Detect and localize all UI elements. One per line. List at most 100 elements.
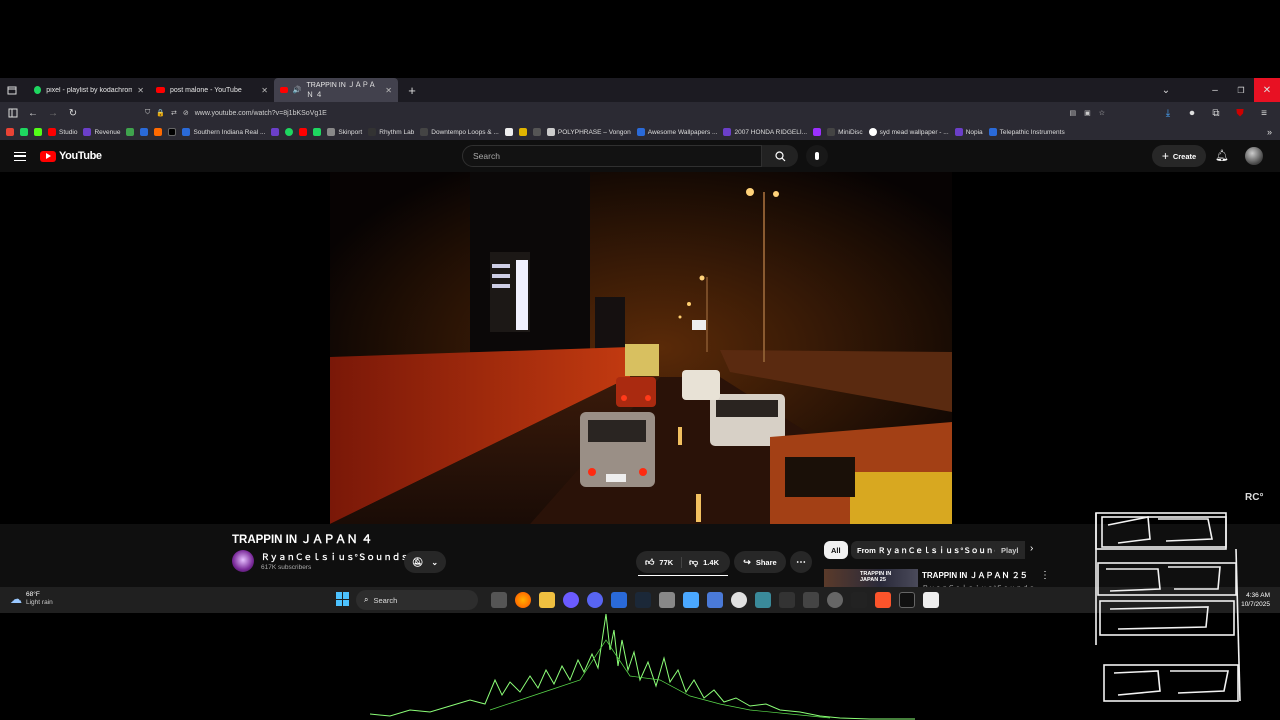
app-icon[interactable]: [563, 592, 579, 608]
search-button[interactable]: [762, 145, 798, 167]
file-explorer-icon[interactable]: [539, 592, 555, 608]
more-options-icon[interactable]: ⋮: [1040, 570, 1050, 581]
bookmark-icon[interactable]: [126, 128, 135, 136]
bookmark-icon[interactable]: [20, 128, 28, 136]
minimize-icon[interactable]: –: [1202, 80, 1228, 100]
channel-avatar[interactable]: [232, 550, 254, 572]
app-icon[interactable]: [683, 592, 699, 608]
url-text[interactable]: www.youtube.com/watch?v=8j1bKSoVg1E: [195, 110, 327, 117]
search-box[interactable]: Search: [462, 145, 762, 167]
close-icon[interactable]: ✕: [261, 86, 268, 95]
chip-all[interactable]: All: [824, 541, 848, 559]
bookmark-minidisc[interactable]: MiniDisc: [827, 128, 863, 136]
voice-search-button[interactable]: [806, 145, 828, 167]
dislike-button[interactable]: 👎︎ 1.4K: [682, 557, 719, 568]
tab-post-malone[interactable]: post malone - YouTube ✕: [150, 78, 274, 102]
more-actions-button[interactable]: ⋯: [790, 551, 812, 573]
close-icon[interactable]: ✕: [385, 86, 392, 95]
reload-icon[interactable]: ↻: [63, 103, 83, 123]
taskbar-search[interactable]: ⌕ Search: [356, 590, 478, 610]
app-icon[interactable]: [779, 592, 795, 608]
bookmark-downtempo[interactable]: Downtempo Loops & ...: [420, 128, 499, 136]
settings-icon[interactable]: [827, 592, 843, 608]
bookmark-icon[interactable]: [504, 128, 513, 136]
avatar[interactable]: [1245, 147, 1263, 165]
address-bar[interactable]: ⛉ 🔒 ⇄ ⊘ www.youtube.com/watch?v=8j1bKSoV…: [145, 105, 1105, 121]
shield-icon[interactable]: ⛉: [145, 109, 150, 117]
restore-icon[interactable]: ❐: [1228, 80, 1254, 100]
chevron-down-icon[interactable]: ⌄: [1156, 80, 1176, 100]
bookmark-telepathic[interactable]: Telepathic Instruments: [988, 128, 1065, 136]
bookmark-icon[interactable]: [34, 128, 42, 136]
bookmark-wallpapers[interactable]: Awesome Wallpapers ...: [636, 128, 717, 136]
youtube-icon[interactable]: [299, 128, 308, 136]
bookmark-syd-mead[interactable]: syd mead wallpaper - ...: [868, 128, 949, 136]
download-icon[interactable]: ⤓: [1158, 103, 1178, 123]
lock-icon[interactable]: 🔒: [156, 109, 165, 117]
close-icon[interactable]: ✕: [137, 86, 144, 95]
tab-list-icon[interactable]: [2, 80, 22, 100]
app-icon[interactable]: [707, 592, 723, 608]
bookmark-rhythm-lab[interactable]: Rhythm Lab: [368, 128, 414, 136]
bookmark-icon[interactable]: [813, 128, 822, 136]
gmail-icon[interactable]: [6, 128, 14, 136]
sidebar-icon[interactable]: [3, 103, 23, 123]
permissions-icon[interactable]: ⇄: [171, 109, 177, 117]
youtube-logo[interactable]: YouTube: [40, 150, 102, 162]
brave-icon[interactable]: [875, 592, 891, 608]
bookmark-nopia[interactable]: Nopia: [954, 128, 983, 136]
weather-widget[interactable]: ☁ 68°F Light rain: [10, 591, 53, 607]
bookmark-honda[interactable]: 2007 HONDA RIDGELI...: [723, 128, 807, 136]
reader-view-icon[interactable]: ▤: [1069, 109, 1076, 117]
steam-icon[interactable]: [635, 592, 651, 608]
bookmark-studio[interactable]: Studio: [48, 128, 77, 136]
app-icon[interactable]: [803, 592, 819, 608]
up-next-thumbnail[interactable]: TRAPPIN IN JAPAN 25: [824, 569, 918, 587]
bookmark-southern-indiana[interactable]: Southern Indiana Real ...: [182, 128, 265, 136]
bookmark-icon[interactable]: [154, 128, 163, 136]
app-icon[interactable]: [731, 592, 747, 608]
subscribed-button[interactable]: 🔕︎ ⌄: [404, 551, 446, 573]
search-input[interactable]: Search: [473, 151, 500, 161]
window-close-icon[interactable]: ✕: [1254, 78, 1280, 102]
up-next-title[interactable]: TRAPPIN IN ＪＡＰＡＮ ２５: [922, 570, 1028, 581]
extension-icon[interactable]: ⏺: [1182, 103, 1202, 123]
bookmark-skinport[interactable]: Skinport: [327, 128, 362, 136]
app-icon[interactable]: [851, 592, 867, 608]
chevron-right-icon[interactable]: ›: [1030, 543, 1033, 554]
x-icon[interactable]: [168, 128, 177, 136]
bell-icon[interactable]: 🔔︎: [1215, 149, 1229, 162]
like-button[interactable]: 👍︎ 77K: [636, 556, 682, 568]
speaker-icon[interactable]: 🔊: [293, 86, 302, 94]
app-icon[interactable]: [755, 592, 771, 608]
tab-spotify[interactable]: pixel - playlist by kodachrome!! ✕: [28, 78, 150, 102]
bookmark-revenue[interactable]: Revenue: [83, 128, 120, 136]
puzzle-icon[interactable]: ⧉: [1206, 103, 1226, 123]
bookmark-icon[interactable]: [532, 128, 541, 136]
app-menu-icon[interactable]: ≡: [1254, 103, 1274, 123]
back-arrow-icon[interactable]: ←: [23, 103, 43, 123]
new-tab-icon[interactable]: +: [402, 80, 422, 100]
bookmark-polyphrase[interactable]: POLYPHRASE – Vongon: [546, 128, 631, 136]
spotify-icon[interactable]: [285, 128, 294, 136]
start-button[interactable]: [336, 592, 350, 606]
play-icon[interactable]: [313, 128, 322, 136]
task-view-icon[interactable]: [491, 592, 507, 608]
ublock-icon[interactable]: ⛊: [1230, 103, 1250, 123]
discord-icon[interactable]: [587, 592, 603, 608]
bookmarks-overflow-icon[interactable]: »: [1267, 127, 1272, 137]
chip-playlists[interactable]: Playl: [995, 541, 1025, 559]
bookmark-icon[interactable]: [271, 128, 280, 136]
bookmark-star-icon[interactable]: ☆: [1099, 109, 1105, 117]
tab-trappin[interactable]: 🔊 TRAPPIN IN ＪＡＰＡＮ ４ ✕: [274, 78, 398, 102]
hamburger-menu-icon[interactable]: [14, 151, 26, 161]
app-icon[interactable]: [659, 592, 675, 608]
share-button[interactable]: ↪ Share: [734, 551, 786, 573]
create-button[interactable]: + Create: [1152, 145, 1206, 167]
channel-name[interactable]: ＲｙａｎＣｅｌｓｉｕｓ°Ｓｏｕｎｄｓ ✔: [261, 551, 418, 563]
bookmark-icon[interactable]: [518, 128, 527, 136]
video-player[interactable]: [330, 172, 952, 524]
capcut-icon[interactable]: [899, 592, 915, 608]
picture-in-picture-icon[interactable]: ▣: [1084, 109, 1091, 117]
bookmark-icon[interactable]: [140, 128, 149, 136]
